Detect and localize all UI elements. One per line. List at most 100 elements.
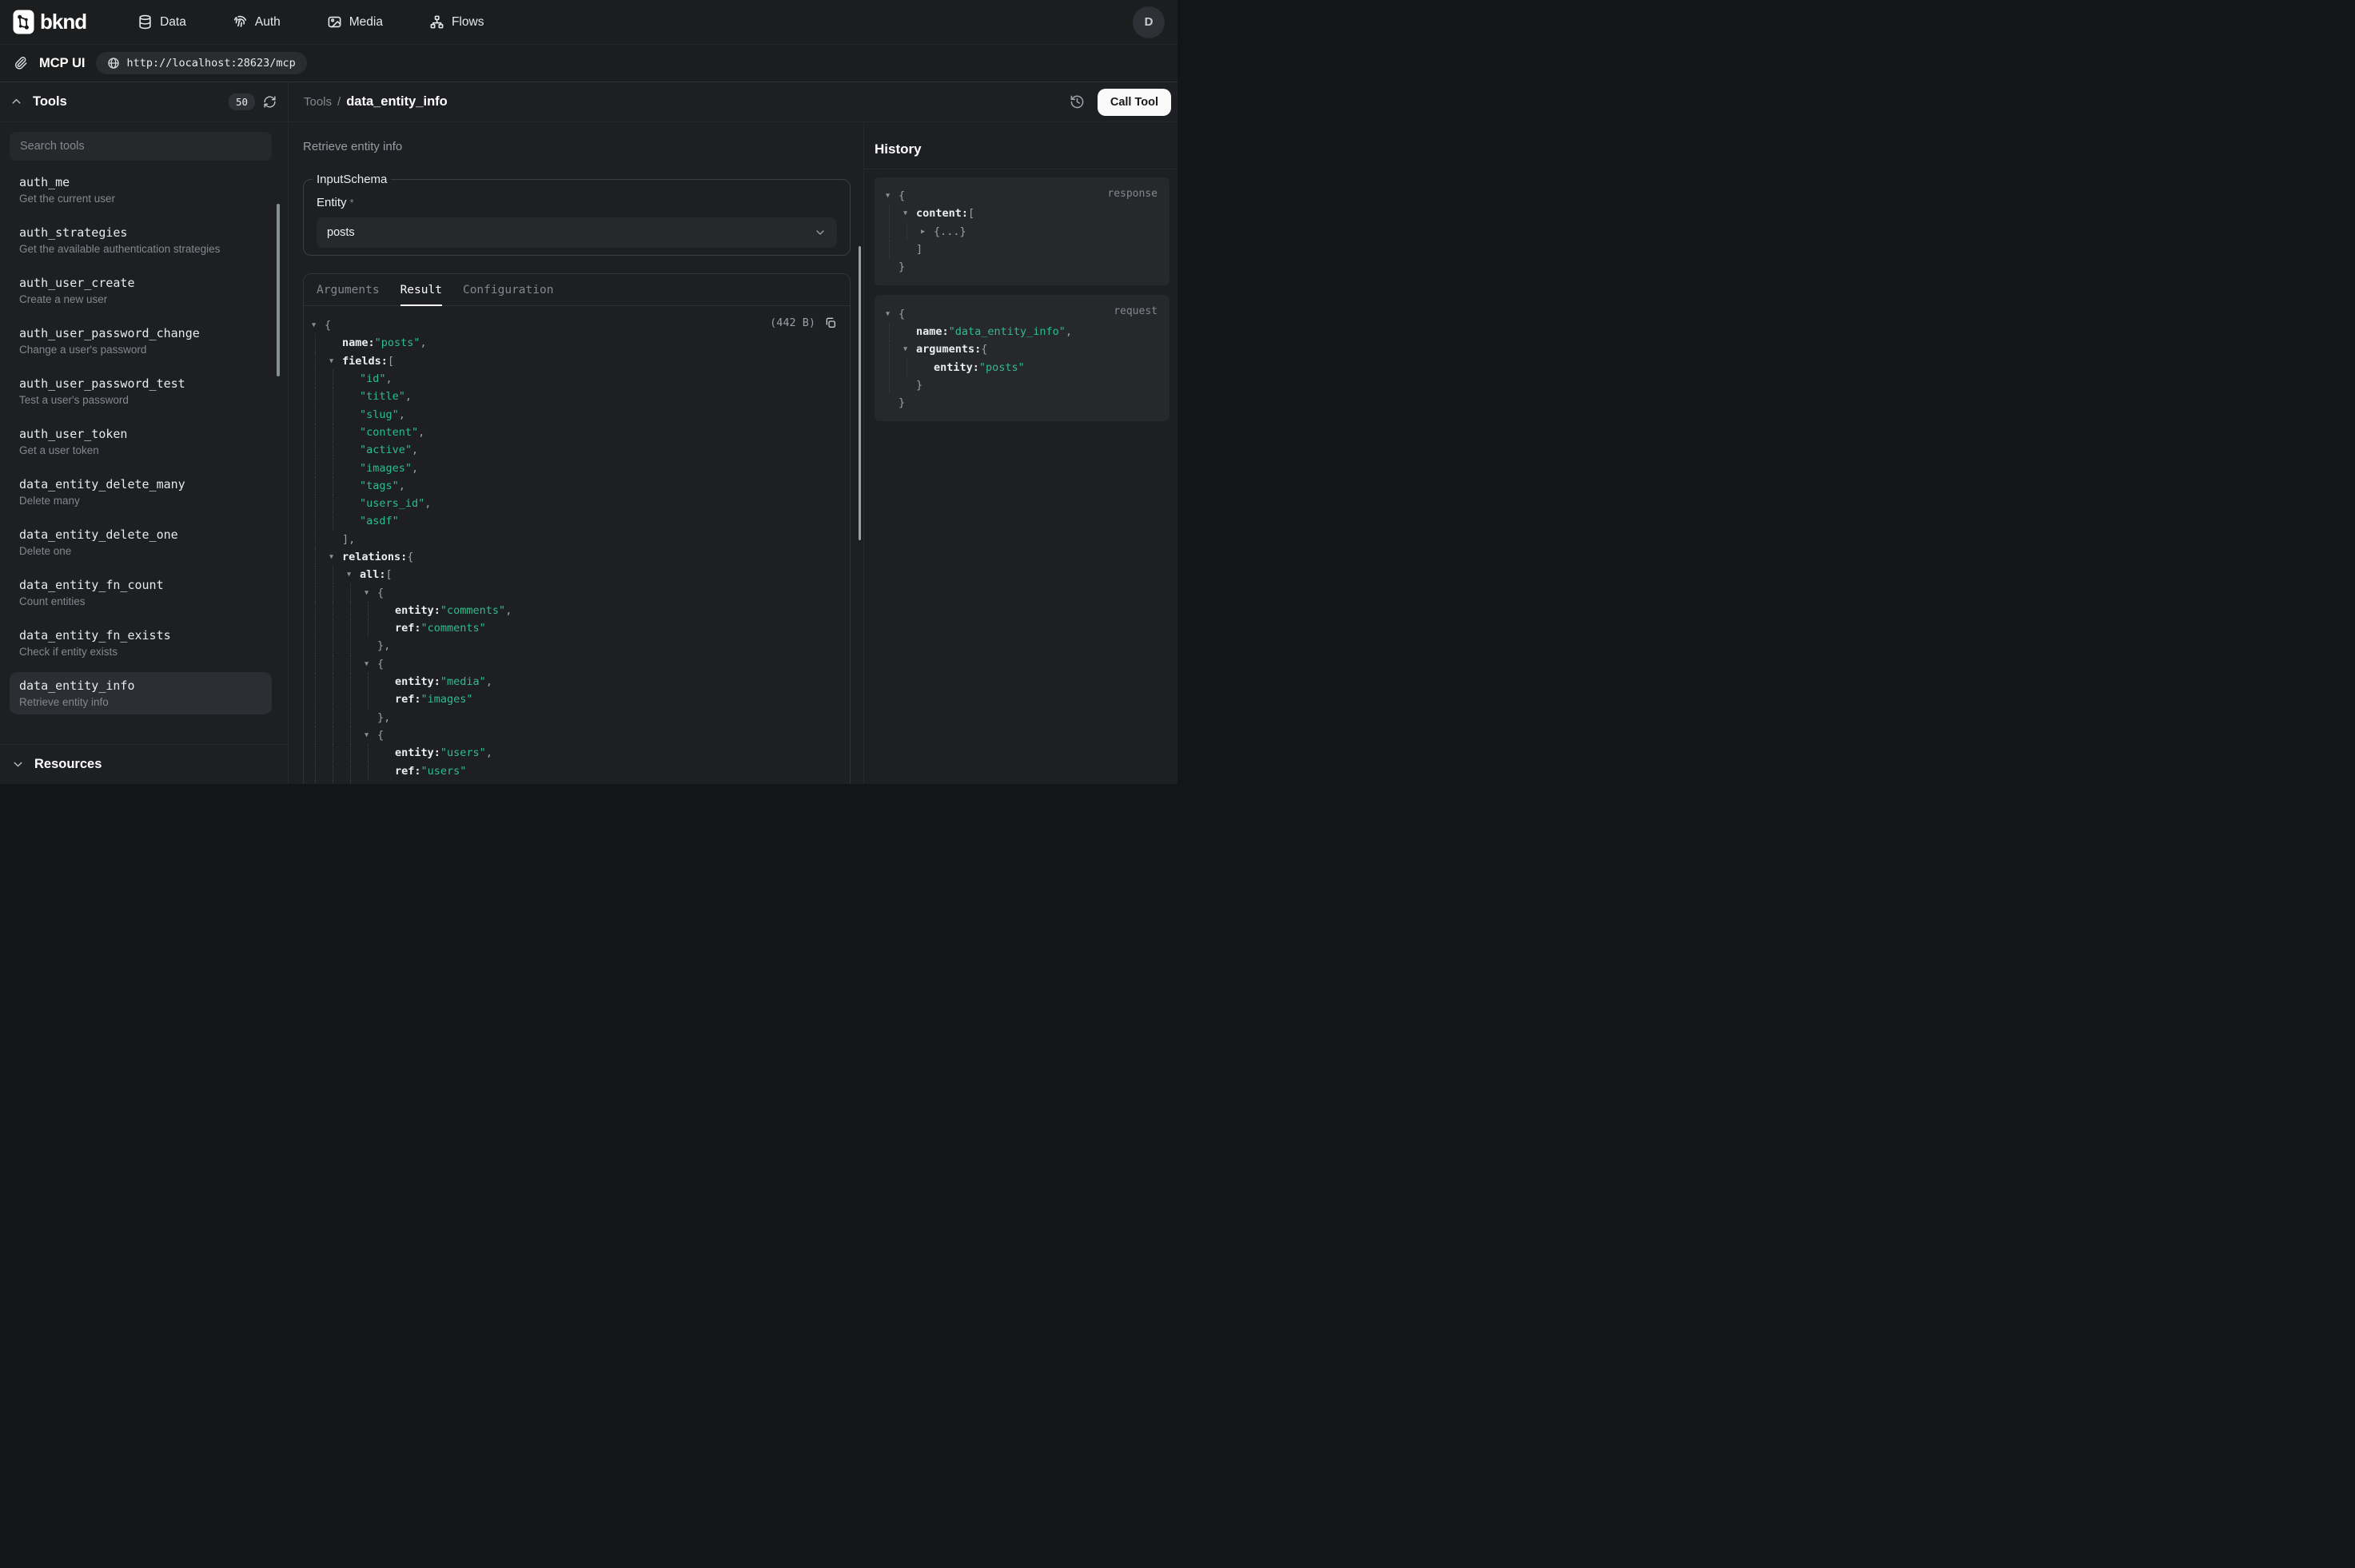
mcp-url-pill[interactable]: http://localhost:28623/mcp	[96, 52, 306, 74]
json-key: all:	[360, 568, 386, 581]
json-line: }	[886, 394, 1158, 412]
tree-toggle-icon[interactable]: ▼	[329, 553, 342, 561]
json-punct: }	[377, 782, 384, 784]
indent-guide	[315, 690, 329, 708]
bknd-logo-icon	[13, 10, 34, 34]
tree-toggle-icon[interactable]: ▼	[329, 357, 342, 365]
tab-configuration[interactable]: Configuration	[463, 274, 554, 305]
json-key: ref:	[395, 622, 421, 635]
tool-desc: Retrieve entity info	[19, 696, 262, 708]
indent-guide	[333, 690, 347, 708]
nav-item-media[interactable]: Media	[327, 14, 383, 30]
nav-item-flows[interactable]: Flows	[429, 14, 484, 30]
indent-guide	[315, 780, 329, 784]
tree-toggle-icon[interactable]: ▼	[365, 589, 377, 597]
tree-toggle-icon[interactable]: ▼	[312, 321, 325, 329]
nav-item-data[interactable]: Data	[137, 14, 186, 30]
tool-list-item[interactable]: auth_strategiesGet the available authent…	[10, 219, 272, 261]
indent-guide	[350, 762, 365, 779]
search-input[interactable]	[10, 132, 272, 161]
indent-guide	[315, 619, 329, 637]
indent-guide	[333, 726, 347, 744]
breadcrumb-separator: /	[337, 95, 341, 109]
tree-toggle-icon[interactable]: ▼	[903, 345, 916, 353]
tool-list-item[interactable]: data_entity_delete_manyDelete many	[10, 471, 272, 513]
history-entries: response▼{▼content: [▶{...}]}request▼{na…	[864, 169, 1178, 431]
tree-toggle-icon[interactable]: ▼	[347, 571, 360, 579]
input-schema-fieldset: InputSchema Entity* posts	[303, 173, 851, 256]
indent-guide	[315, 512, 329, 530]
tool-list-item[interactable]: data_entity_fn_existsCheck if entity exi…	[10, 622, 272, 664]
tree-toggle-icon[interactable]: ▼	[903, 209, 916, 217]
history-panel: History response▼{▼content: [▶{...}]}req…	[863, 122, 1178, 784]
chevron-down-icon	[814, 226, 827, 239]
indent-guide	[889, 340, 903, 358]
indent-guide	[333, 424, 347, 441]
json-punct: {	[325, 319, 331, 332]
indent-guide	[315, 726, 329, 744]
tool-list-item[interactable]: data_entity_delete_oneDelete one	[10, 521, 272, 563]
indent-guide	[350, 637, 365, 655]
history-entry-response[interactable]: response▼{▼content: [▶{...}]}	[875, 177, 1170, 285]
json-line: }	[312, 780, 839, 784]
tool-list-item[interactable]: data_entity_infoRetrieve entity info	[10, 672, 272, 714]
tool-list-item[interactable]: auth_user_password_changeChange a user's…	[10, 320, 272, 362]
entity-select[interactable]: posts	[317, 217, 837, 248]
indent-guide	[315, 762, 329, 779]
tool-list-item[interactable]: auth_user_password_testTest a user's pas…	[10, 370, 272, 412]
refresh-icon[interactable]	[263, 95, 277, 109]
resources-section[interactable]: Resources	[0, 744, 288, 784]
indent-guide	[333, 619, 347, 637]
chevron-up-icon[interactable]	[10, 95, 23, 109]
tab-arguments[interactable]: Arguments	[317, 274, 380, 305]
breadcrumb-tools[interactable]: Tools	[304, 95, 332, 109]
tree-toggle-icon[interactable]: ▼	[886, 192, 899, 200]
tree-toggle-icon[interactable]: ▼	[886, 310, 899, 318]
json-punct: ,	[418, 426, 424, 439]
indent-guide	[315, 441, 329, 459]
call-tool-button[interactable]: Call Tool	[1098, 89, 1171, 116]
tab-result[interactable]: Result	[400, 274, 442, 305]
indent-guide	[315, 370, 329, 388]
indent-guide	[889, 376, 903, 394]
history-icon[interactable]	[1066, 91, 1088, 113]
entity-select-value: posts	[327, 226, 355, 239]
json-line: "title",	[312, 388, 839, 405]
tool-list-item[interactable]: auth_user_createCreate a new user	[10, 269, 272, 312]
indent-guide	[315, 709, 329, 726]
json-line: ▼relations: {	[312, 548, 839, 566]
tree-toggle-icon[interactable]: ▼	[365, 731, 377, 739]
indent-guide	[333, 709, 347, 726]
indent-guide	[350, 709, 365, 726]
history-entry-request[interactable]: request▼{name: "data_entity_info",▼argum…	[875, 295, 1170, 421]
indent-guide	[333, 512, 347, 530]
tool-desc: Create a new user	[19, 293, 262, 305]
tool-desc: Delete many	[19, 495, 262, 507]
copy-icon[interactable]	[824, 316, 837, 329]
brand-logo[interactable]: bknd	[13, 10, 86, 34]
sidebar-scrollbar[interactable]	[277, 204, 280, 376]
tree-toggle-icon[interactable]: ▼	[365, 660, 377, 668]
tree-toggle-icon[interactable]: ▶	[921, 228, 934, 236]
json-key: relations:	[342, 551, 407, 563]
json-punct: ,	[505, 604, 512, 617]
user-avatar[interactable]: D	[1133, 6, 1165, 38]
main-scrollbar[interactable]	[859, 246, 861, 540]
indent-guide	[315, 388, 329, 405]
nav-item-auth[interactable]: Auth	[233, 14, 281, 30]
json-line: ▼{	[312, 316, 839, 334]
required-mark: *	[350, 197, 354, 209]
mcp-bar: MCP UI http://localhost:28623/mcp	[0, 45, 1178, 82]
json-line: ▼{	[312, 726, 839, 744]
result-json-lines: ▼{name: "posts",▼fields: ["id","title","…	[312, 316, 839, 784]
history-header: History	[864, 122, 1178, 169]
tools-header: Tools 50	[0, 82, 288, 122]
json-punct: {	[981, 343, 987, 356]
workflow-icon	[429, 14, 444, 30]
json-line: "slug",	[312, 405, 839, 423]
main-column: Tools / data_entity_info Call Tool Retri…	[289, 82, 1178, 784]
tool-list-item[interactable]: auth_meGet the current user	[10, 169, 272, 211]
tool-list-item[interactable]: data_entity_fn_countCount entities	[10, 571, 272, 614]
json-line: name: "posts",	[312, 334, 839, 352]
tool-list-item[interactable]: auth_user_tokenGet a user token	[10, 420, 272, 463]
